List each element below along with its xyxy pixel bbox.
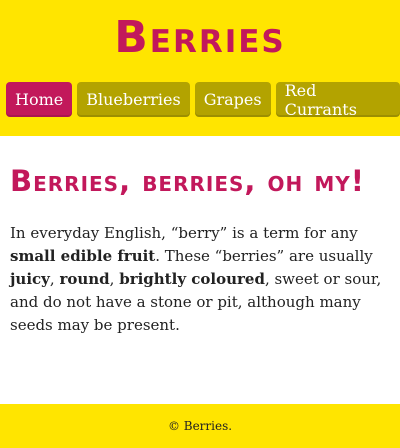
main-content: Berries, berries, oh my! In everyday Eng… — [0, 136, 400, 337]
nav-item-grapes[interactable]: Grapes — [194, 82, 271, 117]
main-nav: Home Blueberries Grapes Red Currants — [6, 81, 400, 119]
footer-copyright: © Berries. — [167, 419, 233, 433]
nav-item-red-currants[interactable]: Red Currants — [275, 81, 400, 119]
intro-text-3: , — [49, 270, 60, 288]
intro-bold-brightly-coloured: brightly coloured — [119, 270, 265, 288]
nav-item-home[interactable]: Home — [6, 82, 73, 117]
site-footer: © Berries. — [0, 404, 400, 448]
intro-bold-round: round — [59, 270, 110, 288]
intro-bold-juicy: juicy — [10, 270, 50, 288]
site-title: Berries — [114, 12, 286, 63]
site-header: Berries Home Blueberries Grapes Red Curr… — [0, 0, 400, 136]
intro-bold-small-edible-fruit: small edible fruit — [10, 247, 156, 265]
nav-item-blueberries[interactable]: Blueberries — [77, 82, 190, 117]
page-heading: Berries, berries, oh my! — [10, 164, 365, 198]
intro-text-4: , — [109, 270, 120, 288]
intro-paragraph: In everyday English, “berry” is a term f… — [10, 222, 390, 337]
intro-text-2: . These “berries” are usually — [155, 247, 373, 265]
intro-text-1: In everyday English, “berry” is a term f… — [10, 224, 358, 242]
